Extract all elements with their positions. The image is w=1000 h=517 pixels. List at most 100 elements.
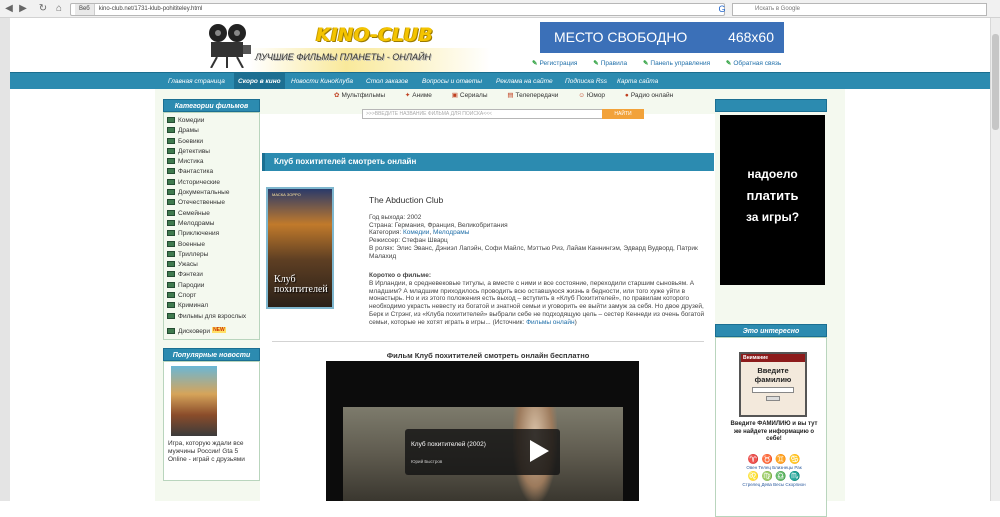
menu-item-home[interactable]: Главная страница: [168, 73, 225, 90]
menu-item-club-news[interactable]: Новости КиноКлуба: [291, 73, 353, 90]
surname-input[interactable]: [752, 387, 794, 393]
category-item[interactable]: Военные: [164, 240, 259, 250]
film-icon: [167, 168, 175, 175]
film-icon: [167, 147, 175, 154]
quicknav-tv[interactable]: ▤ Телепередачи: [507, 92, 567, 99]
gta-thumbnail-image[interactable]: [171, 365, 217, 436]
film-icon: [167, 117, 175, 123]
site-logo-title[interactable]: KINO-CLUB: [316, 24, 433, 46]
category-item[interactable]: Драмы: [164, 126, 259, 136]
scrollbar-thumb[interactable]: [992, 34, 999, 130]
category-item[interactable]: Исторические: [164, 178, 259, 188]
quicknav-radio[interactable]: ● Радио онлайн: [625, 92, 682, 99]
category-item[interactable]: Фантастика: [164, 167, 259, 177]
category-item[interactable]: Приключения: [164, 229, 259, 239]
panel-icon: ✎: [642, 60, 649, 67]
quicknav-series[interactable]: ▣ Сериалы: [452, 92, 497, 99]
source-link[interactable]: Фильмы онлайн: [526, 319, 575, 326]
zodiac-labels-row2: Стрелец Дева Весы Скорпион: [742, 482, 806, 487]
video-player[interactable]: Клуб похитителей (2002) Юрий Быстров: [326, 361, 639, 501]
feedback-link[interactable]: ✎ Обратная связь: [726, 60, 788, 67]
movie-category: Категория: Комедии, Мелодрамы: [369, 229, 470, 237]
menu-item-rss[interactable]: Подписка Rss: [565, 73, 607, 90]
category-link-melodrama[interactable]: Мелодрамы: [433, 229, 469, 236]
home-icon[interactable]: ⌂: [53, 3, 65, 15]
page-scrollbar[interactable]: [990, 18, 1000, 501]
film-icon: [167, 158, 175, 165]
film-icon: [167, 302, 175, 309]
play-icon[interactable]: [530, 440, 549, 462]
poster-title-text: Клуб похитителей: [274, 274, 328, 295]
category-item[interactable]: Мистика: [164, 157, 259, 167]
category-item[interactable]: Отечественные: [164, 198, 259, 208]
quicknav-cartoons[interactable]: ✿ Мультфильмы: [334, 92, 394, 99]
popular-news-body: Игра, которую ждали все мужчины России! …: [163, 360, 260, 481]
category-item[interactable]: Пародии: [164, 281, 259, 291]
tv-icon: ▤: [507, 92, 514, 99]
categories-title: Категории фильмов: [163, 99, 260, 112]
games-ad[interactable]: надоело платить за игры?: [720, 115, 825, 285]
interest-box: Это интересно Внимание Введите фамилию В…: [715, 324, 827, 517]
menu-item-faq[interactable]: Вопросы и ответы: [422, 73, 482, 90]
film-search-button[interactable]: НАЙТИ: [602, 109, 644, 119]
games-ad-line1: надоело: [747, 167, 798, 181]
menu-item-sitemap[interactable]: Карта сайта: [617, 73, 658, 90]
category-item[interactable]: Мелодрамы: [164, 219, 259, 229]
surname-search-widget[interactable]: Внимание Введите фамилию: [739, 352, 807, 417]
zodiac-icons-row1[interactable]: ♈ ♉ ♊ ♋: [729, 454, 819, 465]
menu-item-coming-soon[interactable]: Скоро в кино: [234, 73, 285, 90]
banner-ad[interactable]: МЕСТО СВОБОДНО 468x60: [540, 22, 784, 53]
category-item[interactable]: Криминал: [164, 301, 259, 311]
category-item[interactable]: Боевики: [164, 137, 259, 147]
category-item[interactable]: Документальные: [164, 188, 259, 198]
movie-poster-image[interactable]: МАСКА ЗОРРО Клуб похитителей: [266, 187, 334, 309]
page-title: Клуб похитителей смотреть онлайн: [262, 153, 714, 171]
category-item[interactable]: Детективы: [164, 147, 259, 157]
film-icon: [167, 250, 175, 257]
radio-icon: ●: [624, 92, 629, 99]
right-sidebar: надоело платить за игры? Это интересно В…: [715, 99, 827, 517]
popular-news-item[interactable]: Игра, которую ждали все мужчины России! …: [168, 440, 255, 464]
back-arrow-icon[interactable]: ◀: [3, 3, 15, 15]
category-item[interactable]: Фэнтези: [164, 270, 259, 280]
forward-arrow-icon[interactable]: ▶: [17, 3, 29, 15]
menu-item-advertising[interactable]: Реклама на сайте: [496, 73, 553, 90]
register-link[interactable]: ✎ Регистрация: [532, 60, 584, 67]
zodiac-icons-row2[interactable]: ♌ ♍ ♎ ♏: [729, 471, 819, 482]
movie-plot: Коротко о фильме: В Ирландии, в средневе…: [369, 272, 709, 327]
film-icon: [167, 281, 175, 288]
category-item[interactable]: Спорт: [164, 291, 259, 301]
video-info-overlay[interactable]: Клуб похитителей (2002) Юрий Быстров: [405, 429, 560, 475]
menu-item-orders[interactable]: Стол заказов: [366, 73, 408, 90]
quicknav-anime[interactable]: ✦ Аниме: [405, 92, 441, 99]
zodiac-widget[interactable]: ♈ ♉ ♊ ♋ Овен Телец Близнецы Рак ♌ ♍ ♎ ♏ …: [729, 454, 819, 488]
search-engine-icon[interactable]: G: [716, 4, 728, 15]
main-menu: Главная страница Скоро в кино Новости Ки…: [10, 72, 990, 90]
category-link-comedy[interactable]: Комедии: [403, 229, 429, 236]
quicknav-humor[interactable]: ☺ Юмор: [578, 92, 614, 99]
rules-icon: ✎: [593, 60, 599, 67]
film-icon: [167, 189, 175, 196]
browser-search-input[interactable]: Искать в Google: [732, 3, 987, 16]
plot-text: В Ирландии, в средневековые титулы, а вм…: [369, 279, 705, 326]
rules-link[interactable]: ✎ Правила: [593, 60, 634, 67]
control-panel-link[interactable]: ✎ Панель управления: [643, 60, 717, 67]
address-bar[interactable]: Веб kino-club.net/1731-klub-pohititeley.h…: [70, 3, 725, 16]
surname-promo-text[interactable]: Введите ФАМИЛИЮ и вы тут же найдете инфо…: [729, 421, 819, 444]
category-item[interactable]: Комедии: [164, 116, 259, 126]
category-item[interactable]: Ужасы: [164, 260, 259, 270]
category-item[interactable]: Триллеры: [164, 250, 259, 260]
surname-submit-button[interactable]: [766, 396, 780, 401]
video-heading: Фильм Клуб похитителей смотреть онлайн б…: [386, 351, 590, 360]
film-camera-logo-icon[interactable]: [205, 22, 253, 68]
banner-ad-size: 468x60: [728, 29, 774, 45]
category-item-discovery[interactable]: Дисковери NEW: [164, 322, 259, 339]
reload-icon[interactable]: ↻: [37, 3, 49, 15]
category-item[interactable]: Семейные: [164, 209, 259, 219]
website: KINO-CLUB ЛУЧШИЕ ФИЛЬМЫ ПЛАНЕТЫ - ОНЛАЙН…: [0, 18, 990, 517]
category-item[interactable]: Фильмы для взрослых: [164, 312, 259, 322]
film-search-input[interactable]: >>>ВВЕДИТЕ НАЗВАНИЕ ФИЛЬМА ДЛЯ ПОИСКА<<<: [362, 109, 640, 119]
series-icon: ▣: [451, 92, 458, 99]
film-icon: [167, 178, 175, 185]
register-icon: ✎: [532, 60, 538, 67]
